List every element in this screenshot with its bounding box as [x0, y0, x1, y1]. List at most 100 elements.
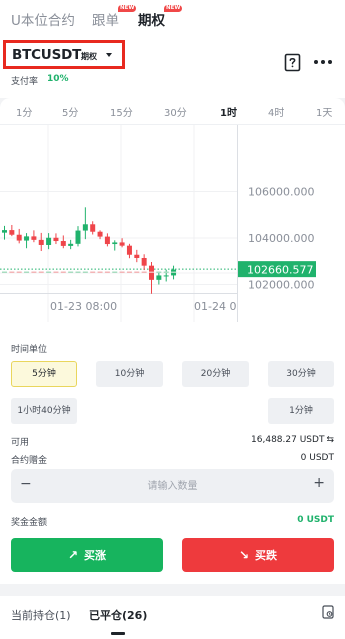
quantity-input[interactable] [51, 477, 294, 495]
candle-body [97, 231, 103, 237]
question-doc-icon[interactable] [284, 53, 301, 72]
minus-icon[interactable]: − [20, 476, 32, 492]
bonus-label: 合约赠金 [11, 456, 48, 466]
quantity-stepper: − + [11, 469, 334, 503]
volume-bar [97, 271, 103, 273]
interval-4h[interactable]: 4时 [268, 104, 284, 119]
interval-5m[interactable]: 5分 [62, 104, 78, 119]
volume-bar [119, 271, 125, 273]
candle-body [38, 239, 44, 245]
candle-body [9, 230, 15, 235]
candle-body [134, 254, 140, 258]
candle-body [53, 237, 59, 242]
volume-bar [53, 271, 59, 273]
prize-amount-label: 奖金金额 [11, 518, 48, 528]
more-dots-icon[interactable] [313, 54, 333, 70]
volume-bar [2, 271, 7, 273]
positions-tab-bar: 当前持仓(1) 已平仓(26) [0, 596, 345, 639]
candle-body [68, 243, 74, 246]
interval-15m[interactable]: 15分 [110, 104, 133, 119]
volume-bar [16, 271, 22, 273]
volume-bar [156, 271, 162, 273]
new-badge: NEW [118, 5, 137, 12]
volume-bar [24, 271, 30, 273]
last-price-label: 102660.577 [247, 264, 313, 277]
volume-bar [82, 271, 88, 273]
active-tab-indicator [111, 632, 125, 635]
x-tick-label: 01-24 0 [194, 300, 236, 313]
tab-usdt-futures[interactable]: U本位合约 [11, 9, 75, 29]
record-icon[interactable] [322, 605, 334, 619]
volume-bar [9, 271, 15, 273]
candle-body [82, 224, 88, 231]
candle-body [16, 234, 22, 241]
interval-1d[interactable]: 1天 [316, 104, 332, 119]
volume-bar [163, 271, 169, 273]
buy-up-button[interactable]: ↗ 买涨 [11, 538, 163, 572]
volume-bar [60, 271, 66, 273]
volume-bar [38, 271, 44, 273]
interval-30m[interactable]: 30分 [164, 104, 187, 119]
available-value: 16,488.27 USDT ⇆ [251, 435, 334, 445]
duration-option-30m[interactable]: 30分钟 [268, 361, 334, 387]
order-form: 时间单位 5分钟 10分钟 20分钟 30分钟 1小时40分钟 1分钟 可用 1… [0, 322, 345, 584]
tab-options[interactable]: 期权 NEW [138, 5, 183, 29]
candle-body [60, 241, 66, 246]
chart-panel: 1分 5分 15分 30分 1时 4时 1天 106000.000 104000.… [0, 98, 345, 322]
candle-body [126, 245, 132, 255]
candle-body [119, 242, 125, 246]
candle-body [141, 257, 147, 266]
interval-1m[interactable]: 1分 [16, 104, 32, 119]
payout-rate-label: 支付率 [11, 77, 39, 87]
tab-copy-trading[interactable]: 跟单 NEW [92, 5, 137, 29]
volume-bar [171, 271, 177, 273]
candle-body [163, 275, 169, 277]
buy-down-button[interactable]: ↘ 买跌 [182, 538, 334, 572]
duration-option-20m[interactable]: 20分钟 [182, 361, 249, 387]
time-unit-label: 时间单位 [11, 345, 48, 355]
available-amount: 16,488.27 USDT [251, 435, 325, 445]
tab-options-label: 期权 [138, 13, 165, 29]
volume-bar [126, 271, 132, 273]
buy-down-label: 买跌 [255, 549, 278, 562]
bonus-value: 0 USDT [300, 453, 334, 463]
candle-body [75, 230, 81, 244]
plus-icon[interactable]: + [313, 475, 325, 491]
symbol-type: 期权 [81, 52, 97, 61]
symbol-selector[interactable]: BTCUSDT 期权 [3, 40, 125, 69]
buy-up-label: 买涨 [84, 549, 107, 562]
swap-arrows-icon[interactable]: ⇆ [326, 435, 334, 445]
tab-closed-positions[interactable]: 已平仓(26) [89, 607, 147, 623]
interval-1h[interactable]: 1时 [220, 104, 237, 119]
new-badge: NEW [164, 5, 183, 12]
available-label: 可用 [11, 438, 30, 448]
duration-option-1m[interactable]: 1分钟 [268, 398, 334, 424]
volume-bar [134, 271, 140, 273]
volume-bar [149, 271, 154, 273]
candle-body [104, 236, 110, 245]
candle-body [156, 275, 162, 280]
candlestick-chart[interactable]: 106000.000104000.000102000.000001-23 08:… [0, 125, 345, 322]
arrow-down-right-icon: ↘ [238, 548, 250, 562]
x-tick-label: 01-23 08:00 [50, 300, 117, 313]
duration-option-5m[interactable]: 5分钟 [11, 361, 77, 387]
candle-body [112, 242, 118, 245]
tab-copy-trading-label: 跟单 [92, 13, 119, 29]
duration-option-1h40m[interactable]: 1小时40分钟 [11, 398, 77, 424]
duration-option-10m[interactable]: 10分钟 [96, 361, 163, 387]
symbol-name: BTCUSDT [12, 47, 82, 63]
candle-body [46, 237, 52, 245]
symbol-header: BTCUSDT 期权 支付率 10% [0, 36, 345, 98]
candle-body [2, 230, 7, 233]
volume-bar [75, 271, 81, 273]
volume-bar [46, 271, 52, 273]
prize-amount-value: 0 USDT [297, 515, 334, 525]
tab-open-positions[interactable]: 当前持仓(1) [11, 607, 71, 623]
candle-body [90, 224, 96, 232]
candle-body [24, 236, 30, 241]
volume-bar [141, 271, 147, 273]
volume-bar [90, 271, 96, 273]
y-tick-label: 104000.000 [248, 232, 314, 245]
volume-bar [68, 271, 74, 273]
volume-bar [112, 271, 118, 273]
